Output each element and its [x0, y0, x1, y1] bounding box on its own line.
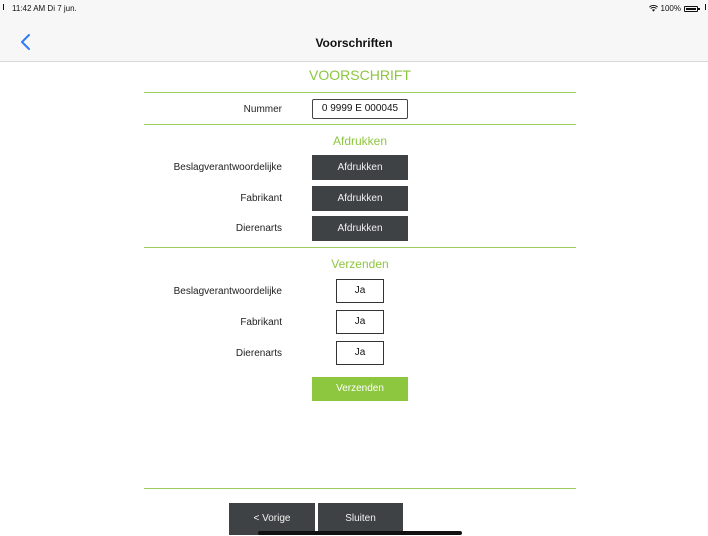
home-indicator [258, 531, 462, 535]
number-label: Nummer [243, 104, 282, 115]
divider [144, 124, 576, 125]
battery-percentage: 100% [660, 4, 681, 13]
status-bar: 11:42 AM Di 7 jun. 100% [0, 0, 708, 22]
divider [144, 247, 576, 248]
send-row-label-fabrikant: Fabrikant [240, 317, 282, 328]
status-time: 11:42 AM Di 7 jun. [12, 4, 77, 13]
print-row-label-fabrikant: Fabrikant [240, 193, 282, 204]
print-section-title: Afdrukken [332, 134, 388, 148]
corner-mark [3, 4, 4, 10]
wifi-icon [648, 5, 658, 12]
status-indicators: 100% [648, 4, 700, 13]
print-dierenarts-button[interactable]: Afdrukken [312, 216, 408, 241]
divider [144, 488, 576, 489]
print-row-label-beslagverantwoordelijke: Beslagverantwoordelijke [173, 162, 282, 173]
print-fabrikant-button[interactable]: Afdrukken [312, 186, 408, 211]
corner-mark [705, 4, 706, 10]
number-field[interactable]: 0 9999 E 000045 [312, 99, 408, 119]
page-title: Voorschriften [315, 36, 393, 50]
send-section-title: Verzenden [331, 257, 389, 271]
send-dierenarts-toggle[interactable]: Ja [336, 341, 384, 365]
battery-icon [684, 5, 700, 12]
send-button[interactable]: Verzenden [312, 377, 408, 401]
divider [144, 92, 576, 93]
navigation-bar: Voorschriften [0, 22, 708, 62]
form-title: VOORSCHRIFT [309, 67, 411, 83]
send-row-label-dierenarts: Dierenarts [235, 348, 282, 359]
send-beslagverantwoordelijke-toggle[interactable]: Ja [336, 279, 384, 303]
send-row-label-beslagverantwoordelijke: Beslagverantwoordelijke [173, 286, 282, 297]
send-fabrikant-toggle[interactable]: Ja [336, 310, 384, 334]
print-row-label-dierenarts: Dierenarts [235, 223, 282, 234]
print-beslagverantwoordelijke-button[interactable]: Afdrukken [312, 155, 408, 180]
